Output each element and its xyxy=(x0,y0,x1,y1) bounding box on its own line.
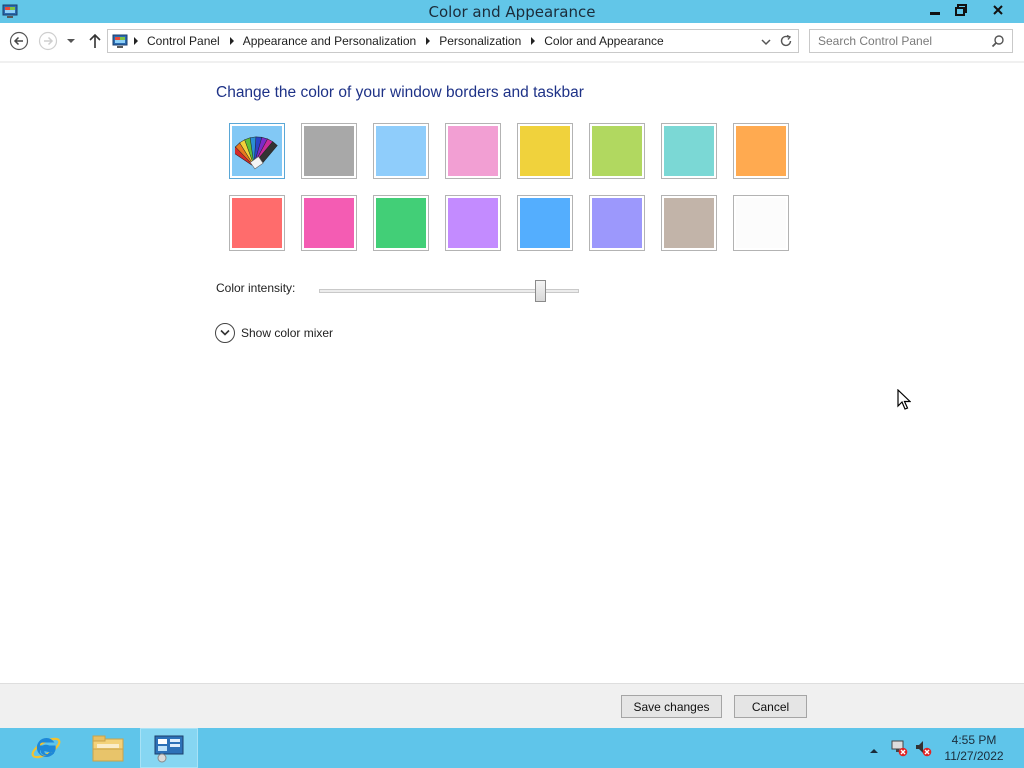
color-swatch-yellow[interactable] xyxy=(517,123,573,179)
color-swatch-fill xyxy=(304,198,354,248)
address-dropdown-button[interactable] xyxy=(760,35,772,47)
close-button[interactable] xyxy=(974,0,1022,20)
internet-explorer-icon: e xyxy=(31,736,61,760)
page-title: Change the color of your window borders … xyxy=(216,84,584,101)
color-swatch-magenta[interactable] xyxy=(301,195,357,251)
show-color-mixer-toggle[interactable]: Show color mixer xyxy=(215,322,333,343)
color-swatch-fill xyxy=(520,198,570,248)
show-color-mixer-label[interactable]: Show color mixer xyxy=(241,326,333,340)
network-disconnected-icon xyxy=(891,740,908,757)
restore-button[interactable] xyxy=(948,0,974,20)
color-swatch-fill xyxy=(592,198,642,248)
color-swatch-fill xyxy=(376,126,426,176)
clock-date: 11/27/2022 xyxy=(944,749,1004,763)
breadcrumb-separator-icon[interactable] xyxy=(426,37,431,45)
volume-tray-icon[interactable] xyxy=(914,739,932,757)
color-swatch-fill xyxy=(664,126,714,176)
breadcrumb-separator-icon[interactable] xyxy=(229,37,234,45)
color-intensity-label: Color intensity: xyxy=(216,281,296,295)
taskbar-control-panel[interactable] xyxy=(140,728,198,768)
breadcrumb-personalization[interactable]: Personalization xyxy=(439,34,521,48)
chevron-down-icon xyxy=(67,39,75,43)
search-icon[interactable] xyxy=(991,34,1005,48)
up-button[interactable] xyxy=(87,32,103,50)
control-panel-icon xyxy=(112,33,128,49)
back-button[interactable] xyxy=(9,31,29,51)
network-tray-icon[interactable] xyxy=(890,739,908,757)
color-swatch-red[interactable] xyxy=(229,195,285,251)
breadcrumb: Control Panel Appearance and Personaliza… xyxy=(134,30,664,52)
show-hidden-icons-button[interactable] xyxy=(869,743,879,753)
command-bar: Save changes Cancel xyxy=(0,683,1024,728)
address-bar[interactable]: Control Panel Appearance and Personaliza… xyxy=(107,29,799,53)
recent-locations-button[interactable] xyxy=(65,35,77,47)
minimize-button[interactable] xyxy=(922,0,948,20)
color-swatch-fill xyxy=(736,126,786,176)
color-swatch-green[interactable] xyxy=(373,195,429,251)
forward-button[interactable] xyxy=(38,31,58,51)
color-swatch-fill xyxy=(232,126,282,176)
up-arrow-icon xyxy=(89,33,101,48)
color-swatch-lime[interactable] xyxy=(589,123,645,179)
title-bar[interactable]: Color and Appearance xyxy=(0,0,1024,23)
breadcrumb-separator-icon[interactable] xyxy=(531,37,536,45)
color-swatch-blue[interactable] xyxy=(517,195,573,251)
speaker-muted-icon xyxy=(916,741,932,757)
color-swatch-fill xyxy=(448,126,498,176)
color-swatch-purple[interactable] xyxy=(445,195,501,251)
color-swatch-fill xyxy=(736,198,786,248)
color-swatch-orange[interactable] xyxy=(733,123,789,179)
window-title: Color and Appearance xyxy=(428,3,596,21)
chevron-up-icon xyxy=(870,749,878,753)
save-changes-button[interactable]: Save changes xyxy=(621,695,722,718)
refresh-button[interactable] xyxy=(779,34,793,48)
breadcrumb-separator-icon[interactable] xyxy=(134,37,138,45)
navigation-bar: Control Panel Appearance and Personaliza… xyxy=(0,23,1024,61)
color-swatch-fill xyxy=(664,198,714,248)
clock-time: 4:55 PM xyxy=(951,733,997,747)
color-swatch-pink[interactable] xyxy=(445,123,501,179)
color-swatch-fill xyxy=(448,198,498,248)
chevron-down-icon[interactable] xyxy=(215,322,235,343)
color-swatch-fill xyxy=(592,126,642,176)
search-box[interactable] xyxy=(809,29,1013,53)
breadcrumb-appearance-personalization[interactable]: Appearance and Personalization xyxy=(243,34,416,48)
back-arrow-icon xyxy=(9,31,29,51)
breadcrumb-color-appearance[interactable]: Color and Appearance xyxy=(544,34,663,48)
taskbar: e 4:55 PM 11/27/2022 xyxy=(0,728,1024,768)
color-swatch-taupe[interactable] xyxy=(661,195,717,251)
color-swatch-teal[interactable] xyxy=(661,123,717,179)
cancel-button[interactable]: Cancel xyxy=(734,695,807,718)
color-swatch-white[interactable] xyxy=(733,195,789,251)
chevron-down-icon xyxy=(761,39,771,46)
mouse-cursor xyxy=(897,388,912,411)
color-swatch-automatic[interactable] xyxy=(229,123,285,179)
color-swatch-periwinkle[interactable] xyxy=(589,195,645,251)
color-intensity-slider-thumb[interactable] xyxy=(535,280,546,302)
system-clock[interactable]: 4:55 PM 11/27/2022 xyxy=(940,732,1008,764)
color-swatch-fill xyxy=(376,198,426,248)
refresh-icon xyxy=(780,34,792,47)
color-swatch-fill xyxy=(520,126,570,176)
desktop-screen: Color and Appearance Control Panel Appea… xyxy=(0,0,1024,768)
color-palette-fan-icon xyxy=(235,136,278,170)
color-swatch-fill xyxy=(232,198,282,248)
color-swatch-fill xyxy=(304,126,354,176)
taskbar-internet-explorer[interactable]: e xyxy=(17,728,75,768)
color-swatch-sky-blue[interactable] xyxy=(373,123,429,179)
forward-arrow-icon xyxy=(38,31,58,51)
svg-text:e: e xyxy=(40,736,53,760)
control-panel-icon xyxy=(154,735,184,763)
divider xyxy=(0,61,1024,63)
folder-icon xyxy=(92,735,124,762)
search-input[interactable] xyxy=(818,33,988,49)
breadcrumb-control-panel[interactable]: Control Panel xyxy=(147,34,220,48)
color-swatch-gray[interactable] xyxy=(301,123,357,179)
taskbar-file-explorer[interactable] xyxy=(79,728,137,768)
